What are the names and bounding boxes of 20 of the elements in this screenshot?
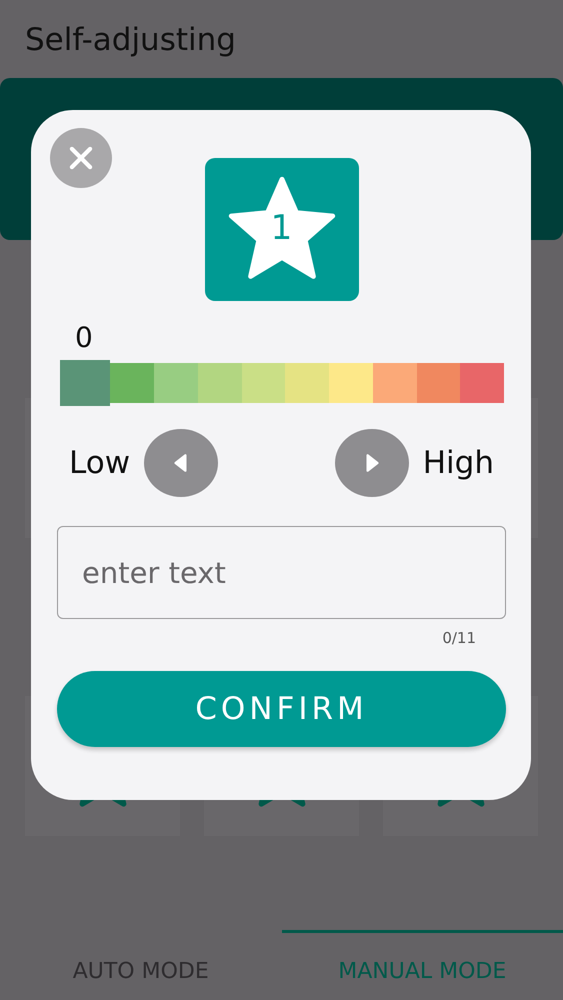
confirm-button[interactable]: CONFIRM [57, 671, 506, 747]
scale-segment[interactable] [198, 363, 242, 403]
scale-segment[interactable] [416, 363, 460, 403]
badge-number: 1 [270, 208, 294, 248]
high-label: High [422, 445, 494, 481]
page-title: Self-adjusting [24, 21, 236, 60]
scale-segment[interactable] [60, 360, 110, 406]
scale-segment[interactable] [329, 363, 373, 403]
scale-segment[interactable] [372, 363, 417, 403]
scale-segment[interactable] [154, 363, 198, 403]
close-icon [68, 145, 94, 171]
text-input[interactable]: enter text [57, 526, 506, 619]
low-label: Low [69, 445, 130, 481]
scale-segment[interactable] [242, 363, 286, 403]
scale-value: 0 [75, 321, 93, 355]
scale-segment[interactable] [110, 363, 154, 403]
mode-tab[interactable]: MANUAL MODE [282, 930, 563, 1000]
character-counter: 0/11 [442, 629, 476, 647]
scale-segment[interactable] [460, 363, 504, 403]
scale-segment[interactable] [285, 363, 330, 403]
